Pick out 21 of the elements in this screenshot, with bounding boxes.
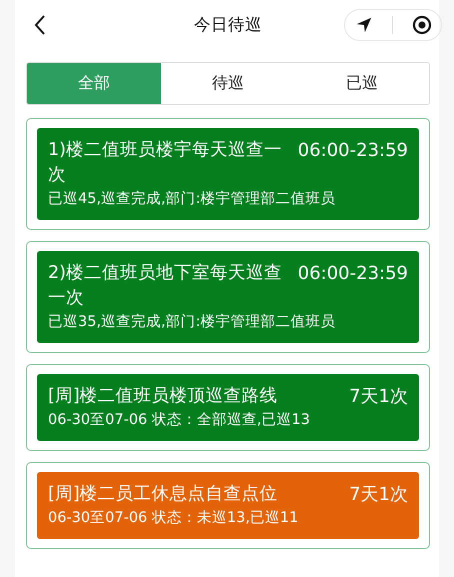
task-schedule: 06:00-23:59 [298, 262, 408, 286]
task-detail: 已巡35,巡查完成,部门:楼宇管理部二值班员 [48, 312, 337, 332]
task-detail: 06-30至07-06 状态：全部巡查,已巡13 [48, 410, 311, 430]
task-title: [周]楼二员工休息点自查点位 [48, 483, 279, 506]
page-title: 今日待巡 [194, 14, 262, 36]
task-title: 1)楼二值班员楼宇每天巡查一次 [48, 139, 283, 187]
navigation-arrow-icon[interactable] [354, 16, 372, 34]
task-detail: 06-30至07-06 状态：未巡13,已巡11 [48, 509, 300, 528]
task-card[interactable]: [周]楼二值班员楼顶巡查路线 7天1次 06-30至07-06 状态：全部巡查,已巡13 [26, 364, 430, 451]
target-icon[interactable] [412, 15, 432, 35]
task-title: 2)楼二值班员地下室每天巡查一次 [48, 262, 283, 310]
task-title: [周]楼二值班员楼顶巡查路线 [48, 385, 279, 408]
task-card[interactable]: 2)楼二值班员地下室每天巡查一次 06:00-23:59 已巡35,巡查完成,部门:楼宇管理部二值班员 [26, 241, 430, 353]
task-schedule: 7天1次 [349, 385, 408, 409]
task-schedule: 06:00-23:59 [298, 139, 408, 163]
filter-tab[interactable]: 全部 [27, 63, 161, 104]
task-schedule: 7天1次 [349, 483, 408, 507]
task-card[interactable]: [周]楼二员工休息点自查点位 7天1次 06-30至07-06 状态：未巡13,已巡11 [26, 462, 430, 549]
back-icon[interactable] [34, 15, 46, 35]
task-detail: 已巡45,巡查完成,部门:楼宇管理部二值班员 [48, 190, 337, 209]
task-card[interactable]: 1)楼二值班员楼宇每天巡查一次 06:00-23:59 已巡45,巡查完成,部门:楼宇管理部二值班员 [26, 118, 430, 230]
